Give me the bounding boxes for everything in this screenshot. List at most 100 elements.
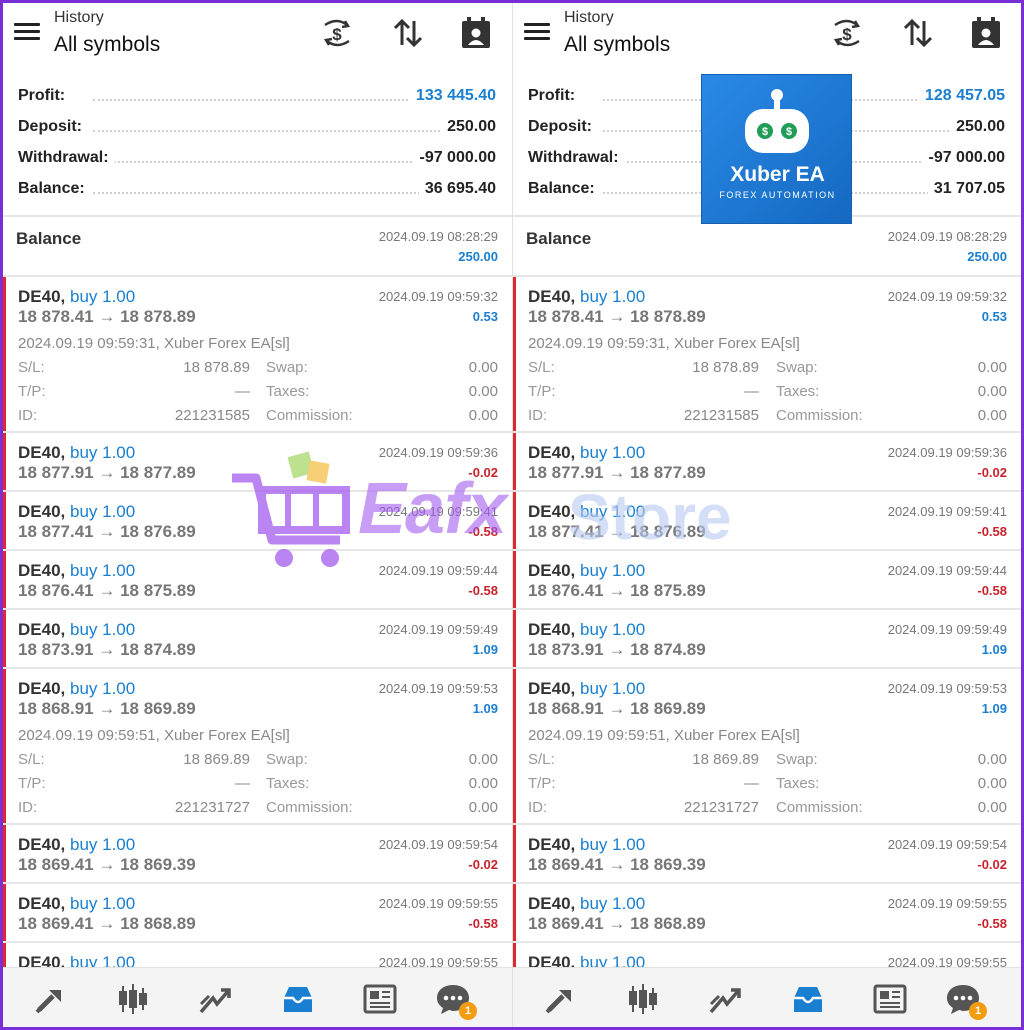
deal-profit: 0.53: [472, 309, 498, 324]
detail-value-commission: 0.00: [977, 407, 1007, 424]
sort-icon[interactable]: [390, 15, 426, 51]
history-panel-left: History All symbols $ Profit: 133 445.40 Depo…: [3, 3, 512, 1027]
balance-amount: 250.00: [458, 249, 498, 264]
detail-label-commission: Commission:: [776, 407, 863, 424]
detail-label-tp: T/P:: [528, 383, 556, 400]
detail-label-swap: Swap:: [776, 359, 818, 376]
deal-symbol: DE40,: [528, 502, 576, 521]
detail-label-tp: T/P:: [528, 775, 556, 792]
history-list[interactable]: Balance 2024.09.19 08:28:29 250.00 DE40, bu…: [3, 215, 512, 1000]
notification-badge: 1: [459, 1002, 477, 1020]
menu-icon[interactable]: [524, 21, 550, 41]
deal-time: 2024.09.19 09:59:41: [378, 504, 498, 519]
messages-icon[interactable]: 1: [945, 982, 987, 1020]
detail-label-sl: S/L:: [18, 751, 45, 768]
deal-type: buy 1.00: [579, 835, 646, 854]
deal-row[interactable]: DE40, buy 1.00 18 878.41 → 18 878.89 2024.…: [513, 277, 1021, 431]
history-list[interactable]: Balance 2024.09.19 08:28:29 250.00 DE40, bu…: [513, 215, 1021, 1000]
summary-label: Withdrawal:: [18, 149, 115, 167]
deal-time: 2024.09.19 09:59:53: [378, 681, 498, 696]
quotes-icon[interactable]: [33, 982, 69, 1016]
summary-value: 133 445.40: [409, 87, 496, 105]
deal-row[interactable]: DE40, buy 1.00 18 868.91 → 18 869.89 2024.…: [3, 669, 512, 823]
deal-row[interactable]: DE40, buy 1.00 18 873.91 → 18 874.89 2024.…: [513, 610, 1021, 667]
deal-time: 2024.09.19 09:59:36: [378, 445, 498, 460]
deal-row[interactable]: DE40, buy 1.00 18 873.91 → 18 874.89 2024.…: [3, 610, 512, 667]
chart-icon[interactable]: [625, 982, 661, 1016]
deal-profit: 1.09: [472, 701, 498, 716]
sort-icon[interactable]: [900, 15, 936, 51]
quotes-icon[interactable]: [543, 982, 579, 1016]
summary-value: -97 000.00: [922, 149, 1005, 167]
detail-label-id: ID:: [18, 799, 38, 816]
symbol-filter[interactable]: All symbols: [54, 33, 160, 57]
news-icon[interactable]: [362, 982, 398, 1016]
deal-type: buy 1.00: [69, 620, 136, 639]
deal-profit: -0.58: [977, 524, 1007, 539]
summary-value: -97 000.00: [413, 149, 496, 167]
app-frame: History All symbols $ Profit: 133 445.40 Depo…: [3, 3, 1021, 1027]
balance-time: 2024.09.19 08:28:29: [887, 229, 1007, 244]
deal-profit: -0.02: [977, 857, 1007, 872]
deal-row[interactable]: DE40, buy 1.00 18 869.41 → 18 869.39 2024.…: [513, 825, 1021, 882]
deal-symbol: DE40,: [528, 679, 576, 698]
detail-label-swap: Swap:: [776, 751, 818, 768]
deal-row[interactable]: DE40, buy 1.00 18 877.91 → 18 877.89 2024.…: [3, 433, 512, 490]
detail-label-sl: S/L:: [18, 359, 45, 376]
deal-row[interactable]: DE40, buy 1.00 18 869.41 → 18 869.39 2024.…: [3, 825, 512, 882]
history-icon[interactable]: [790, 982, 826, 1016]
bottom-navigation: 1: [513, 967, 1021, 1027]
detail-label-commission: Commission:: [266, 799, 353, 816]
balance-entry[interactable]: Balance 2024.09.19 08:28:29 250.00: [3, 217, 512, 275]
deal-row[interactable]: DE40, buy 1.00 18 877.41 → 18 876.89 2024.…: [3, 492, 512, 549]
detail-label-id: ID:: [18, 407, 38, 424]
deal-row[interactable]: DE40, buy 1.00 18 876.41 → 18 875.89 2024.…: [513, 551, 1021, 608]
detail-value-id: 221231585: [174, 407, 250, 424]
svg-text:$: $: [842, 25, 852, 44]
deal-time: 2024.09.19 09:59:32: [378, 289, 498, 304]
currency-exchange-icon[interactable]: $: [319, 15, 355, 51]
currency-exchange-icon[interactable]: $: [829, 15, 865, 51]
detail-label-tp: T/P:: [18, 775, 46, 792]
deal-row[interactable]: DE40, buy 1.00 18 868.91 → 18 869.89 2024.…: [513, 669, 1021, 823]
calendar-icon[interactable]: [458, 15, 494, 51]
deal-prices: 18 878.41 → 18 878.89: [528, 307, 706, 326]
detail-value-tp: —: [235, 775, 250, 792]
balance-entry[interactable]: Balance 2024.09.19 08:28:29 250.00: [513, 217, 1021, 275]
deal-row[interactable]: DE40, buy 1.00 18 877.91 → 18 877.89 2024.…: [513, 433, 1021, 490]
detail-value-swap: 0.00: [468, 751, 498, 768]
deal-row[interactable]: DE40, buy 1.00 18 869.41 → 18 868.89 2024.…: [3, 884, 512, 941]
news-icon[interactable]: [872, 982, 908, 1016]
trade-icon[interactable]: [707, 982, 743, 1016]
deal-row[interactable]: DE40, buy 1.00 18 877.41 → 18 876.89 2024.…: [513, 492, 1021, 549]
deal-profit: -0.02: [977, 465, 1007, 480]
menu-icon[interactable]: [14, 21, 40, 41]
header: History All symbols $: [3, 3, 512, 69]
detail-label-tp: T/P:: [18, 383, 46, 400]
deal-prices: 18 868.91 → 18 869.89: [528, 699, 706, 718]
deal-row[interactable]: DE40, buy 1.00 18 878.41 → 18 878.89 2024.…: [3, 277, 512, 431]
deal-title: DE40, buy 1.00: [528, 679, 645, 699]
chart-icon[interactable]: [115, 982, 151, 1016]
detail-value-taxes: 0.00: [977, 775, 1007, 792]
detail-value-sl: 18 878.89: [692, 359, 759, 376]
deal-prices: 18 877.41 → 18 876.89: [18, 522, 196, 541]
summary-row: Deposit: 250.00: [3, 112, 512, 143]
deal-type: buy 1.00: [69, 835, 136, 854]
trade-icon[interactable]: [197, 982, 233, 1016]
deal-type: buy 1.00: [69, 443, 136, 462]
symbol-filter[interactable]: All symbols: [564, 33, 670, 57]
notification-badge: 1: [969, 1002, 987, 1020]
deal-row[interactable]: DE40, buy 1.00 18 869.41 → 18 868.89 2024.…: [513, 884, 1021, 941]
detail-value-commission: 0.00: [977, 799, 1007, 816]
promo-tagline: FOREX AUTOMATION: [719, 190, 836, 200]
deal-type: buy 1.00: [69, 287, 136, 306]
history-icon[interactable]: [280, 982, 316, 1016]
deal-prices: 18 869.41 → 18 868.89: [18, 914, 196, 933]
deal-prices: 18 877.91 → 18 877.89: [18, 463, 196, 482]
messages-icon[interactable]: 1: [435, 982, 477, 1020]
deal-row[interactable]: DE40, buy 1.00 18 876.41 → 18 875.89 2024.…: [3, 551, 512, 608]
detail-label-swap: Swap:: [266, 359, 308, 376]
deal-title: DE40, buy 1.00: [528, 443, 645, 463]
calendar-icon[interactable]: [968, 15, 1004, 51]
